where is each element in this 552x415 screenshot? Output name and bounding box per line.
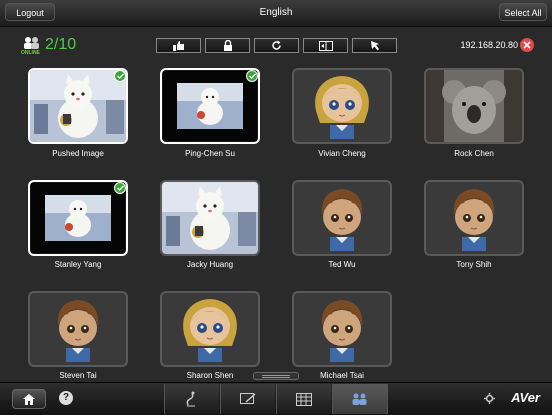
student-name: Sharon Shen <box>186 371 234 380</box>
whiteboard-icon <box>240 392 256 404</box>
student-name: Jacky Huang <box>186 260 234 269</box>
student-name: Vivian Cheng <box>318 149 366 158</box>
student-name: Michael Tsai <box>320 371 364 380</box>
student-name: Steven Tai <box>59 371 97 380</box>
online-label: ONLINE <box>21 50 40 56</box>
thumbs-up-button[interactable] <box>156 38 201 53</box>
student-tile[interactable] <box>292 291 392 367</box>
cat-image <box>30 70 126 142</box>
home-icon <box>23 393 35 405</box>
lock-icon <box>223 40 232 51</box>
gear-icon[interactable] <box>484 393 495 404</box>
student-tile[interactable] <box>28 291 128 367</box>
student-name: Ping-Chen Su <box>185 149 235 158</box>
document-list-icon <box>296 392 312 406</box>
split-screen-icon <box>318 40 333 51</box>
tab-students[interactable] <box>332 384 388 414</box>
students-icon <box>352 393 367 405</box>
student-tile[interactable] <box>28 180 128 256</box>
selected-check-icon <box>246 70 258 82</box>
help-icon[interactable]: ? <box>59 391 73 405</box>
drawer-handle[interactable] <box>253 372 299 380</box>
aver-logo: AVer <box>511 390 540 405</box>
student-tile[interactable] <box>160 68 260 144</box>
tab-whiteboard[interactable] <box>220 384 275 414</box>
ip-address: 192.168.20.80 <box>460 40 518 50</box>
student-tile[interactable] <box>292 180 392 256</box>
student-name: Stanley Yang <box>54 260 102 269</box>
boy-avatar <box>321 300 363 362</box>
boy-avatar <box>453 189 495 251</box>
online-users-icon: ONLINE <box>21 36 43 56</box>
refresh-icon <box>272 40 281 50</box>
cat-image <box>162 182 258 254</box>
student-name: Pushed Image <box>52 149 104 158</box>
boy-avatar <box>57 300 99 362</box>
student-name: Tony Shih <box>456 260 492 269</box>
disconnect-icon[interactable] <box>520 38 534 52</box>
student-tile[interactable] <box>292 68 392 144</box>
selected-check-icon <box>114 182 126 194</box>
student-tile[interactable] <box>424 68 524 144</box>
student-tile[interactable] <box>28 68 128 144</box>
page-title: English <box>259 7 293 18</box>
split-screen-button[interactable] <box>303 38 348 53</box>
screen-share-image <box>163 71 257 141</box>
home-button[interactable] <box>12 389 46 409</box>
boy-avatar <box>321 189 363 251</box>
student-name: Rock Chen <box>454 149 494 158</box>
selected-check-icon <box>114 70 126 82</box>
refresh-button[interactable] <box>254 38 299 53</box>
student-tile[interactable] <box>424 180 524 256</box>
student-name: Ted Wu <box>328 260 356 269</box>
pointer-button[interactable] <box>352 38 397 53</box>
online-count: 2/10 <box>45 36 77 53</box>
pointer-icon <box>370 41 379 51</box>
tab-document[interactable] <box>276 384 331 414</box>
koala-avatar <box>426 70 522 142</box>
top-bar: Logout English Select All <box>0 0 552 27</box>
pen-tool-icon <box>186 391 195 407</box>
lock-button[interactable] <box>205 38 250 53</box>
student-tile[interactable] <box>160 180 260 256</box>
tab-annotation[interactable] <box>164 384 219 414</box>
bottom-bar: ? AVer <box>0 382 552 415</box>
girl-avatar <box>183 299 237 362</box>
thumbs-up-icon <box>172 40 184 51</box>
select-all-button[interactable]: Select All <box>499 3 547 21</box>
student-tile[interactable] <box>160 291 260 367</box>
screen-share-image <box>31 183 125 253</box>
girl-avatar <box>315 76 369 139</box>
